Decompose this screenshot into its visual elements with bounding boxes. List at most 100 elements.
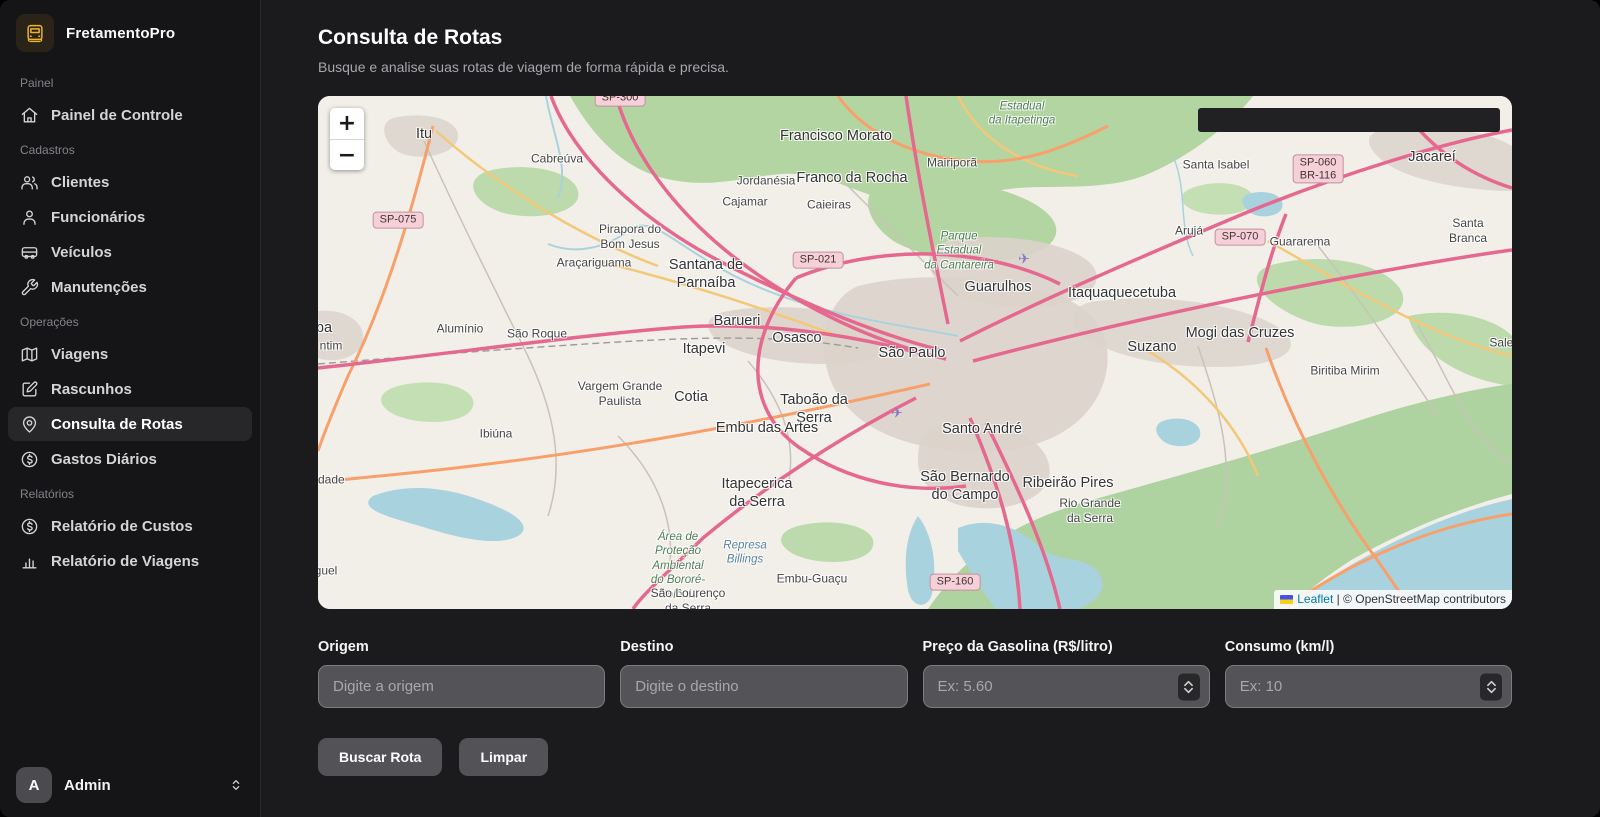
map-label: Cotia bbox=[674, 388, 708, 406]
airport-icon: ✈ bbox=[891, 404, 903, 422]
number-stepper-icon[interactable] bbox=[1178, 673, 1200, 700]
sidebar-nav: Painel Painel de Controle Cadastros Clie… bbox=[0, 66, 260, 753]
map-label: Santa Branca bbox=[1446, 216, 1490, 246]
origin-input[interactable] bbox=[318, 665, 605, 708]
sidebar-item-label: Rascunhos bbox=[51, 381, 132, 398]
map-label: São Roque bbox=[507, 327, 567, 342]
number-stepper-icon[interactable] bbox=[1480, 673, 1502, 700]
consumption-input[interactable] bbox=[1225, 665, 1512, 708]
map-label: Embu-Guaçu bbox=[777, 572, 848, 587]
destination-input[interactable] bbox=[620, 665, 907, 708]
sidebar-item-label: Clientes bbox=[51, 174, 109, 191]
map-label: Santana de Parnaíba bbox=[669, 256, 743, 292]
page-subtitle: Busque e analise suas rotas de viagem de… bbox=[318, 59, 1512, 75]
sidebar-item-consulta-de-rotas[interactable]: Consulta de Rotas bbox=[8, 407, 252, 441]
sidebar-item-manutencoes[interactable]: Manutenções bbox=[8, 270, 252, 304]
sidebar-item-label: Relatório de Custos bbox=[51, 518, 193, 535]
map-icon bbox=[20, 345, 39, 364]
bus-logo-icon bbox=[16, 14, 54, 52]
map-top-bar[interactable] bbox=[1198, 108, 1500, 132]
map-label: Araçariguama bbox=[557, 256, 632, 271]
road-badge: SP-060 BR-116 bbox=[1293, 154, 1344, 183]
sidebar-item-label: Veículos bbox=[51, 244, 112, 261]
leaflet-link[interactable]: Leaflet bbox=[1297, 592, 1333, 606]
map-label: Suzano bbox=[1127, 338, 1176, 356]
destination-label: Destino bbox=[620, 639, 907, 655]
map-label: Vargem Grande Paulista bbox=[578, 379, 663, 409]
page-title: Consulta de Rotas bbox=[318, 26, 1512, 50]
home-icon bbox=[20, 106, 39, 125]
sidebar-item-relatorio-de-custos[interactable]: Relatório de Custos bbox=[8, 509, 252, 543]
edit-icon bbox=[20, 380, 39, 399]
route-form: Origem Destino Preço da Gasolina (R$/lit… bbox=[318, 639, 1512, 708]
bus-icon bbox=[20, 243, 39, 262]
origin-label: Origem bbox=[318, 639, 605, 655]
zoom-in-button[interactable]: + bbox=[330, 108, 364, 139]
map-label: Pirapora do Bom Jesus bbox=[599, 222, 661, 252]
clear-button[interactable]: Limpar bbox=[459, 738, 548, 776]
avatar: A bbox=[16, 767, 52, 803]
map-label: Salesóp bbox=[1489, 336, 1512, 351]
app-window: FretamentoPro Painel Painel de Controle … bbox=[0, 0, 1600, 817]
map-label: Jordanésia bbox=[737, 174, 796, 189]
sidebar-item-label: Viagens bbox=[51, 346, 108, 363]
app-name: FretamentoPro bbox=[66, 25, 175, 42]
gas-price-input[interactable] bbox=[923, 665, 1210, 708]
map-labels-layer: ItuCabreúvaFrancisco MoratoFranco da Roc… bbox=[318, 96, 1512, 609]
road-badge: SP-021 bbox=[793, 252, 844, 269]
map-label: Itapecerica da Serra bbox=[722, 475, 793, 511]
map-label: São Paulo bbox=[879, 344, 946, 362]
map-label: Mogi das Cruzes bbox=[1186, 324, 1295, 342]
osm-attribution: | © OpenStreetMap contributors bbox=[1333, 592, 1506, 606]
sidebar-item-label: Gastos Diários bbox=[51, 451, 157, 468]
wrench-icon bbox=[20, 278, 39, 297]
map-label: Itapevi bbox=[683, 340, 726, 358]
sidebar-item-painel-de-controle[interactable]: Painel de Controle bbox=[8, 98, 252, 132]
sidebar-section-operacoes: Operações bbox=[0, 305, 260, 336]
map-label: Jacareí bbox=[1408, 148, 1456, 166]
map-attribution: Leaflet | © OpenStreetMap contributors bbox=[1274, 590, 1512, 609]
route-map[interactable]: ItuCabreúvaFrancisco MoratoFranco da Roc… bbox=[318, 96, 1512, 609]
map-label: Francisco Morato bbox=[780, 127, 892, 145]
map-label: Parque Estadual da Cantareira bbox=[924, 229, 994, 272]
zoom-out-button[interactable]: − bbox=[330, 139, 364, 170]
bar-chart-icon bbox=[20, 552, 39, 571]
map-label: ntim bbox=[320, 339, 343, 354]
sidebar-item-veiculos[interactable]: Veículos bbox=[8, 235, 252, 269]
sidebar: FretamentoPro Painel Painel de Controle … bbox=[0, 0, 261, 817]
sidebar-section-relatorios: Relatórios bbox=[0, 477, 260, 508]
sidebar-item-label: Manutenções bbox=[51, 279, 147, 296]
sidebar-item-funcionarios[interactable]: Funcionários bbox=[8, 200, 252, 234]
consumption-label: Consumo (km/l) bbox=[1225, 639, 1512, 655]
map-zoom-control: + − bbox=[330, 108, 364, 170]
sidebar-item-label: Relatório de Viagens bbox=[51, 553, 199, 570]
map-label: Guarulhos bbox=[965, 278, 1032, 296]
ukraine-flag-icon bbox=[1280, 595, 1293, 604]
map-label: Franco da Rocha bbox=[796, 169, 907, 187]
map-label: Itu bbox=[416, 125, 432, 143]
sidebar-item-rascunhos[interactable]: Rascunhos bbox=[8, 372, 252, 406]
sidebar-item-relatorio-de-viagens[interactable]: Relatório de Viagens bbox=[8, 544, 252, 578]
map-label: Santo André bbox=[942, 420, 1022, 438]
sidebar-section-cadastros: Cadastros bbox=[0, 133, 260, 164]
search-route-button[interactable]: Buscar Rota bbox=[318, 738, 442, 776]
map-label: Ribeirão Pires bbox=[1022, 474, 1113, 492]
sidebar-item-gastos-diarios[interactable]: Gastos Diários bbox=[8, 442, 252, 476]
map-label: Itaquaquecetuba bbox=[1068, 284, 1176, 302]
gas-price-label: Preço da Gasolina (R$/litro) bbox=[923, 639, 1210, 655]
sidebar-item-viagens[interactable]: Viagens bbox=[8, 337, 252, 371]
road-badge: SP-075 bbox=[373, 212, 424, 229]
map-label: Caieiras bbox=[807, 198, 851, 213]
map-label: Ibiúna bbox=[480, 427, 513, 442]
user-menu[interactable]: A Admin bbox=[0, 753, 260, 817]
map-label: Guararema bbox=[1270, 235, 1331, 250]
road-badge: SP-300 bbox=[595, 96, 646, 106]
sidebar-item-clientes[interactable]: Clientes bbox=[8, 165, 252, 199]
map-label: Estadual da Itapetinga bbox=[989, 100, 1056, 129]
sidebar-item-label: Funcionários bbox=[51, 209, 145, 226]
form-actions: Buscar Rota Limpar bbox=[318, 738, 1512, 776]
road-badge: SP-160 bbox=[930, 574, 981, 591]
chevron-up-down-icon bbox=[228, 777, 244, 793]
users-icon bbox=[20, 173, 39, 192]
map-label: Cajamar bbox=[722, 195, 767, 210]
